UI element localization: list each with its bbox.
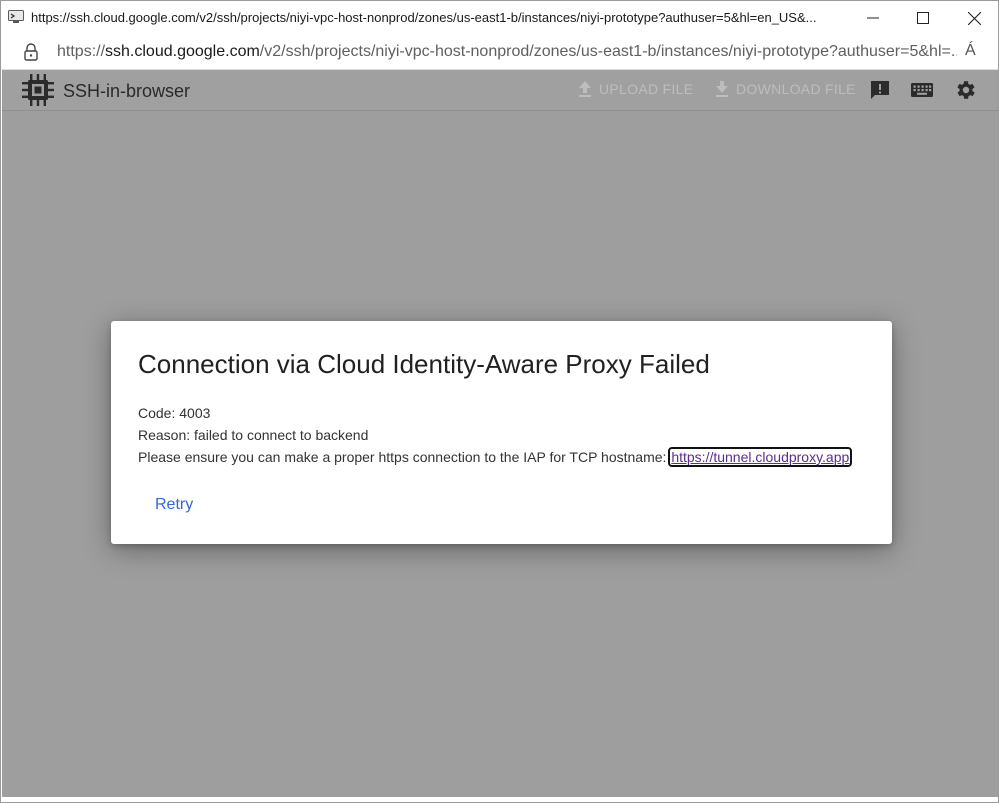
url-path: /v2/ssh/projects/niyi-vpc-host-nonprod/z…: [259, 43, 957, 60]
minimize-button[interactable]: [850, 1, 896, 35]
keyboard-icon[interactable]: [910, 78, 934, 102]
iap-hostname-link[interactable]: https://tunnel.cloudproxy.app: [668, 447, 853, 467]
download-file-label: DOWNLOAD FILE: [736, 81, 856, 97]
address-bar[interactable]: https://ssh.cloud.google.com/v2/ssh/proj…: [1, 35, 998, 70]
upload-icon: [579, 81, 591, 97]
feedback-icon[interactable]: [868, 78, 892, 102]
minimize-icon: [867, 17, 879, 19]
window-title: https://ssh.cloud.google.com/v2/ssh/proj…: [31, 10, 817, 25]
compute-chip-icon: [22, 74, 54, 106]
read-aloud-icon[interactable]: Á: [965, 42, 976, 60]
url-text[interactable]: https://ssh.cloud.google.com/v2/ssh/proj…: [57, 43, 957, 61]
maximize-button[interactable]: [900, 1, 946, 35]
ssh-window-icon: [8, 10, 24, 23]
app-brand: SSH-in-browser: [63, 81, 191, 101]
title-bar: https://ssh.cloud.google.com/v2/ssh/proj…: [1, 1, 998, 35]
error-code: Code: 4003: [138, 405, 211, 421]
upload-file-button[interactable]: UPLOAD FILE: [577, 80, 693, 98]
error-hint: Please ensure you can make a proper http…: [138, 447, 853, 467]
settings-gear-icon[interactable]: [953, 78, 977, 102]
url-scheme: https://: [57, 43, 106, 60]
dialog-title: Connection via Cloud Identity-Aware Prox…: [138, 349, 710, 379]
close-icon: [967, 11, 981, 25]
upload-file-label: UPLOAD FILE: [599, 81, 694, 97]
close-button[interactable]: [951, 1, 997, 35]
retry-button[interactable]: Retry: [146, 492, 202, 518]
error-dialog: Connection via Cloud Identity-Aware Prox…: [111, 321, 892, 544]
url-host: ssh.cloud.google.com: [105, 43, 260, 60]
download-file-button[interactable]: DOWNLOAD FILE: [714, 80, 856, 98]
browser-window: https://ssh.cloud.google.com/v2/ssh/proj…: [0, 0, 999, 803]
error-reason: Reason: failed to connect to backend: [138, 427, 369, 443]
app-toolbar: SSH-in-browser UPLOAD FILE DOWNLOAD FILE: [2, 70, 998, 111]
error-hint-text: Please ensure you can make a proper http…: [138, 449, 671, 465]
maximize-icon: [917, 12, 929, 24]
lock-icon: [24, 43, 38, 61]
download-icon: [716, 81, 728, 97]
ssh-page: SSH-in-browser UPLOAD FILE DOWNLOAD FILE: [2, 70, 998, 797]
